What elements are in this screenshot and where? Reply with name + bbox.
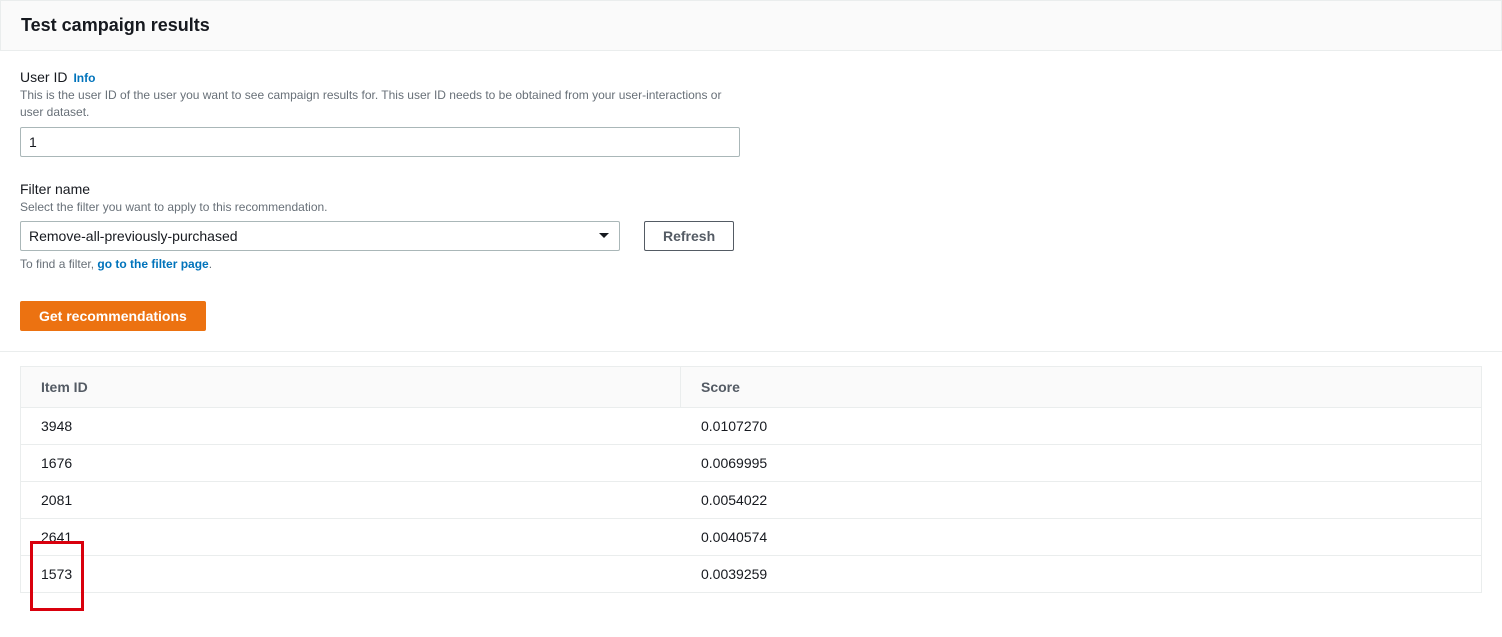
filter-select[interactable]: [20, 221, 620, 251]
column-header-score[interactable]: Score: [681, 367, 1481, 407]
filter-row: Refresh: [20, 221, 1482, 251]
cell-item: 1676: [21, 445, 681, 481]
find-filter-suffix: .: [209, 257, 212, 271]
user-id-label-row: User ID Info: [20, 69, 1482, 85]
cell-score: 0.0039259: [681, 556, 1481, 592]
table-row: 1676 0.0069995: [21, 445, 1481, 482]
cell-item: 3948: [21, 408, 681, 444]
filter-group: Filter name Select the filter you want t…: [20, 181, 1482, 272]
filter-select-value[interactable]: [20, 221, 620, 251]
page-header: Test campaign results: [0, 0, 1502, 51]
cell-score: 0.0040574: [681, 519, 1481, 555]
table-row: 3948 0.0107270: [21, 408, 1481, 445]
filter-page-link[interactable]: go to the filter page: [97, 257, 208, 271]
get-recommendations-button[interactable]: Get recommendations: [20, 301, 206, 331]
cell-item: 1573: [21, 556, 681, 592]
column-header-item[interactable]: Item ID: [21, 367, 681, 407]
user-id-info-link[interactable]: Info: [73, 71, 95, 85]
table-row: 2641 0.0040574: [21, 519, 1481, 556]
filter-label-row: Filter name: [20, 181, 1482, 197]
refresh-button[interactable]: Refresh: [644, 221, 734, 251]
find-filter-prefix: To find a filter,: [20, 257, 97, 271]
cell-score: 0.0107270: [681, 408, 1481, 444]
form-content: User ID Info This is the user ID of the …: [0, 51, 1502, 341]
results-header: Item ID Score: [21, 367, 1481, 408]
section-divider: [0, 351, 1502, 352]
cell-score: 0.0054022: [681, 482, 1481, 518]
table-row: 1573 0.0039259: [21, 556, 1481, 592]
filter-label: Filter name: [20, 181, 90, 197]
user-id-help: This is the user ID of the user you want…: [20, 87, 740, 121]
page-title: Test campaign results: [21, 15, 1481, 36]
results-section: Item ID Score 3948 0.0107270 1676 0.0069…: [0, 366, 1502, 593]
user-id-label: User ID: [20, 69, 67, 85]
filter-help: Select the filter you want to apply to t…: [20, 199, 740, 216]
cell-item: 2641: [21, 519, 681, 555]
results-table: Item ID Score 3948 0.0107270 1676 0.0069…: [20, 366, 1482, 593]
cell-score: 0.0069995: [681, 445, 1481, 481]
actions-row: Get recommendations: [20, 301, 1482, 331]
table-row: 2081 0.0054022: [21, 482, 1481, 519]
cell-item: 2081: [21, 482, 681, 518]
user-id-input[interactable]: [20, 127, 740, 157]
find-filter-text: To find a filter, go to the filter page.: [20, 257, 1482, 271]
user-id-group: User ID Info This is the user ID of the …: [20, 69, 1482, 157]
